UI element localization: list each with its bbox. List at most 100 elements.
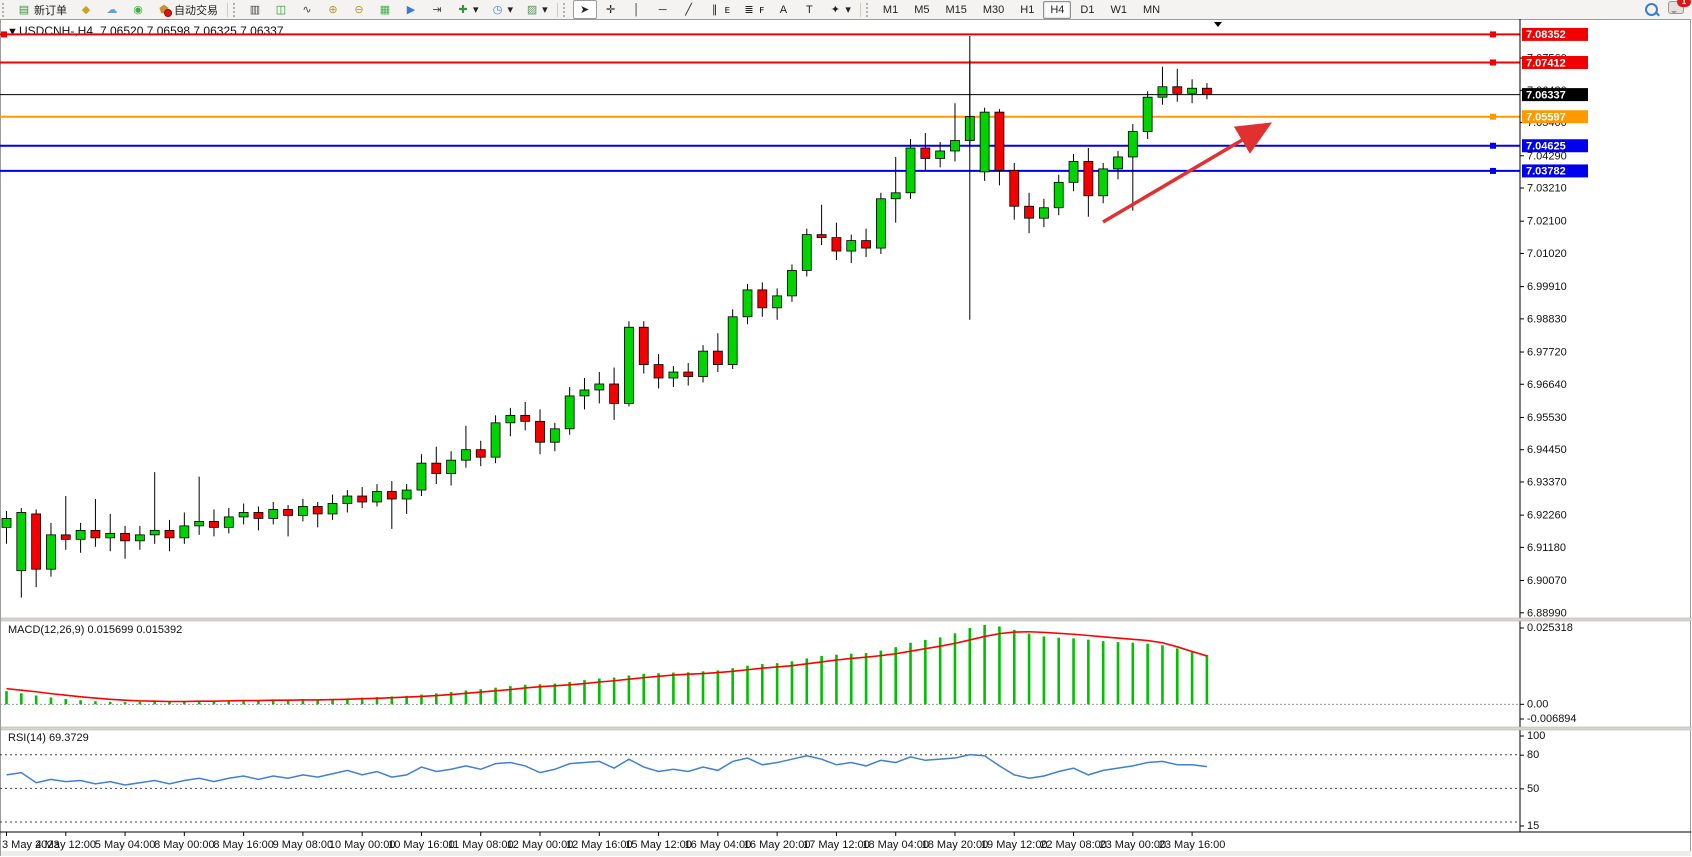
vertical-line-button[interactable]: │ bbox=[625, 0, 649, 19]
auto-scroll-button[interactable]: ▶ bbox=[399, 0, 423, 19]
time-axis-label: 12 May 16:00 bbox=[566, 839, 633, 851]
macd-histogram-bar bbox=[998, 626, 1001, 704]
tf-d1[interactable]: D1 bbox=[1073, 1, 1101, 19]
hline-handle[interactable] bbox=[1490, 31, 1496, 37]
candle-bear bbox=[32, 514, 41, 569]
toolbar-grip bbox=[563, 3, 570, 17]
candle-bull bbox=[728, 317, 737, 365]
macd-histogram-bar bbox=[94, 701, 97, 704]
candle-bull bbox=[195, 521, 204, 525]
macd-histogram-bar bbox=[731, 668, 734, 704]
candle-bear bbox=[284, 509, 293, 515]
price-tick-label: 6.98830 bbox=[1527, 313, 1567, 325]
candle-bull bbox=[135, 535, 144, 541]
hline-handle[interactable] bbox=[1490, 143, 1496, 149]
toolbar-separator bbox=[227, 3, 228, 17]
tf-w1[interactable]: W1 bbox=[1103, 1, 1134, 19]
chart-canvas[interactable]: ▼USDCNH-,H47.06520 7.06598 7.06325 7.063… bbox=[0, 19, 1692, 857]
candle-bear bbox=[921, 148, 930, 158]
candle-bear bbox=[1202, 88, 1211, 94]
candle-bull bbox=[76, 530, 85, 539]
price-tick-label: 7.01020 bbox=[1527, 248, 1567, 260]
channel-button[interactable]: ∥ᴇ bbox=[703, 0, 735, 19]
search-icon[interactable] bbox=[1645, 3, 1658, 16]
trendline-button[interactable]: ╱ bbox=[677, 0, 701, 19]
label-button[interactable]: T bbox=[797, 0, 821, 19]
price-tick-label: 6.97720 bbox=[1527, 347, 1567, 359]
cloud-button[interactable]: ☁ bbox=[100, 0, 124, 19]
signals-button[interactable]: ◉ bbox=[126, 0, 150, 19]
tf-m30[interactable]: M30 bbox=[976, 1, 1011, 19]
candle-bull bbox=[1039, 208, 1048, 218]
line-chart-button[interactable]: ∿ bbox=[295, 0, 319, 19]
fibonacci-button-label: ꜰ bbox=[759, 3, 764, 16]
time-axis-label: 23 May 16:00 bbox=[1159, 839, 1226, 851]
candle-bull bbox=[1143, 97, 1152, 131]
macd-histogram-bar bbox=[1206, 655, 1209, 704]
candle-bull bbox=[491, 423, 500, 457]
candlestick-chart-button[interactable]: ◫ bbox=[269, 0, 293, 19]
hline-handle[interactable] bbox=[1490, 59, 1496, 65]
tf-m5[interactable]: M5 bbox=[907, 1, 936, 19]
candle-bull bbox=[580, 390, 589, 396]
fibo-icon: ≣ bbox=[742, 3, 756, 17]
tf-m15[interactable]: M15 bbox=[938, 1, 973, 19]
periods-button[interactable]: ◷▾ bbox=[486, 0, 519, 19]
candle-bull bbox=[106, 533, 115, 537]
candle-bull bbox=[699, 351, 708, 376]
chart-shift-button[interactable]: ⇥ bbox=[425, 0, 449, 19]
hline-left-handle[interactable] bbox=[1, 31, 7, 37]
candle-bear bbox=[817, 235, 826, 238]
candle-bear bbox=[1010, 170, 1019, 206]
candle-bull bbox=[936, 151, 945, 158]
autotrade-button-label: 自动交易 bbox=[174, 2, 218, 18]
candle-bull bbox=[269, 509, 278, 518]
zoom-out-button[interactable]: ⊖ bbox=[347, 0, 371, 19]
price-tick-label: 6.92260 bbox=[1527, 510, 1567, 522]
macd-histogram-bar bbox=[717, 670, 720, 704]
autotrade-button[interactable]: ⬟自动交易 bbox=[152, 0, 223, 19]
time-axis-label: 4 May 12:00 bbox=[36, 839, 97, 851]
chart-window[interactable]: ▼USDCNH-,H47.06520 7.06598 7.06325 7.063… bbox=[0, 19, 1692, 857]
price-tick-label: 6.88990 bbox=[1527, 607, 1567, 619]
templates-button-label: ▾ bbox=[542, 3, 548, 16]
tf-m1[interactable]: M1 bbox=[876, 1, 905, 19]
pane-separator[interactable] bbox=[1, 727, 1691, 730]
tile-windows-button[interactable]: ▦ bbox=[373, 0, 397, 19]
candle-bull bbox=[802, 235, 811, 271]
notification-badge: 1 bbox=[1677, 0, 1691, 7]
bar-chart-button[interactable]: ▥ bbox=[243, 0, 267, 19]
arrows-button[interactable]: ✦▾ bbox=[823, 0, 856, 19]
periods-button-label: ▾ bbox=[508, 3, 514, 16]
tf-mn[interactable]: MN bbox=[1136, 1, 1167, 19]
cursor-button[interactable]: ➤ bbox=[573, 0, 597, 19]
time-axis-label: 22 May 08:00 bbox=[1040, 839, 1107, 851]
candle-bear bbox=[91, 530, 100, 537]
window-bottom-edge bbox=[1, 851, 1691, 856]
tf-h1[interactable]: H1 bbox=[1013, 1, 1041, 19]
alerts-button[interactable]: ◆ bbox=[74, 0, 98, 19]
candle-bull bbox=[624, 327, 633, 403]
macd-axis-label: 0.00 bbox=[1527, 698, 1548, 710]
hline-handle[interactable] bbox=[1490, 168, 1496, 174]
text-button[interactable]: A bbox=[771, 0, 795, 19]
hline-handle[interactable] bbox=[1490, 114, 1496, 120]
candle-bull bbox=[1128, 132, 1137, 157]
pane-separator[interactable] bbox=[1, 618, 1691, 621]
macd-histogram-bar bbox=[835, 655, 838, 705]
symbol-marker-arrow: ▼ bbox=[7, 26, 18, 38]
candle-bull bbox=[224, 517, 233, 527]
time-axis-label: 8 May 00:00 bbox=[154, 839, 215, 851]
macd-histogram-bar bbox=[79, 700, 82, 704]
fibonacci-button[interactable]: ≣ꜰ bbox=[737, 0, 769, 19]
zoom-in-button[interactable]: ⊕ bbox=[321, 0, 345, 19]
new-order-button[interactable]: ▤新订单 bbox=[12, 0, 72, 19]
notifications-button[interactable]: 1 bbox=[1668, 1, 1684, 19]
tf-h4[interactable]: H4 bbox=[1043, 1, 1071, 19]
macd-histogram-bar bbox=[805, 658, 808, 704]
horizontal-line-button[interactable]: ─ bbox=[651, 0, 675, 19]
crosshair-button[interactable]: ✛ bbox=[599, 0, 623, 19]
new-chart-button[interactable]: ✚▾ bbox=[451, 0, 484, 19]
macd-histogram-bar bbox=[776, 663, 779, 704]
templates-button[interactable]: ▨▾ bbox=[520, 0, 553, 19]
